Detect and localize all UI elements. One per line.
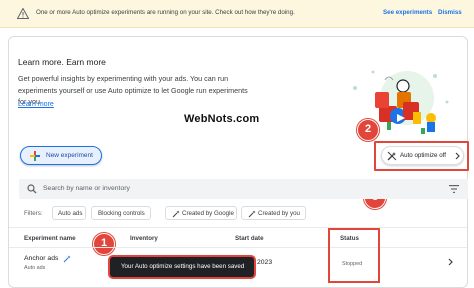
divider [9,247,467,248]
notification-banner: One or more Auto optimize experiments ar… [0,0,474,28]
filter-chip-auto-ads[interactable]: Auto ads [52,206,86,220]
divider [9,227,467,228]
annotation-badge-1: 1 [93,233,115,255]
filter-chip-label: Blocking controls [98,210,145,217]
experiment-name-cell[interactable]: Anchor ads [24,255,58,262]
filter-chip-label: Created by you [258,210,300,217]
experiments-illustration [353,70,449,134]
warning-icon [17,8,29,19]
filter-chip-created-by-google[interactable]: Created by Google [165,206,237,220]
start-date-cell: 2023 [257,259,273,266]
wand-icon [248,210,256,218]
snackbar-toast: Your Auto optimize settings have been sa… [110,257,254,277]
filter-chip-label: Created by Google [182,210,234,217]
filters-label: Filters: [24,210,43,217]
status-highlight [328,228,380,283]
chevron-right-icon[interactable] [447,257,454,267]
new-experiment-label: New experiment [46,152,93,159]
plus-icon [30,151,40,161]
filter-list-icon[interactable] [449,185,459,193]
watermark-text: WebNots.com [184,113,260,125]
learn-more-title: Learn more. Earn more [18,57,106,67]
experiment-type-cell: Auto ads [24,265,46,271]
banner-message: One or more Auto optimize experiments ar… [36,9,295,16]
auto-optimize-button[interactable]: Auto optimize off [381,146,464,165]
search-icon [27,184,37,194]
search-bar[interactable]: Search by name or inventory [19,179,468,199]
chevron-right-icon [455,152,460,160]
auto-optimize-label: Auto optimize off [400,152,446,159]
column-header-experiment-name[interactable]: Experiment name [24,235,76,242]
new-experiment-button[interactable]: New experiment [20,146,102,165]
auto-optimize-icon [63,255,71,263]
learn-more-link[interactable]: Learn more [18,101,54,108]
see-experiments-link[interactable]: See experiments [383,9,432,16]
toast-message: Your Auto optimize settings have been sa… [121,263,245,270]
auto-optimize-icon [172,210,180,218]
annotation-badge-2: 2 [357,119,379,141]
filter-chip-label: Auto ads [58,210,83,217]
column-header-inventory[interactable]: Inventory [130,235,158,242]
learn-more-description: Get powerful insights by experimenting w… [18,74,248,106]
filter-chip-blocking-controls[interactable]: Blocking controls [91,206,151,220]
search-input[interactable]: Search by name or inventory [43,185,130,192]
filter-chip-created-by-you[interactable]: Created by you [241,206,306,220]
column-header-start-date[interactable]: Start date [235,235,264,242]
auto-optimize-off-icon [387,151,397,161]
dismiss-link[interactable]: Dismiss [438,9,462,16]
